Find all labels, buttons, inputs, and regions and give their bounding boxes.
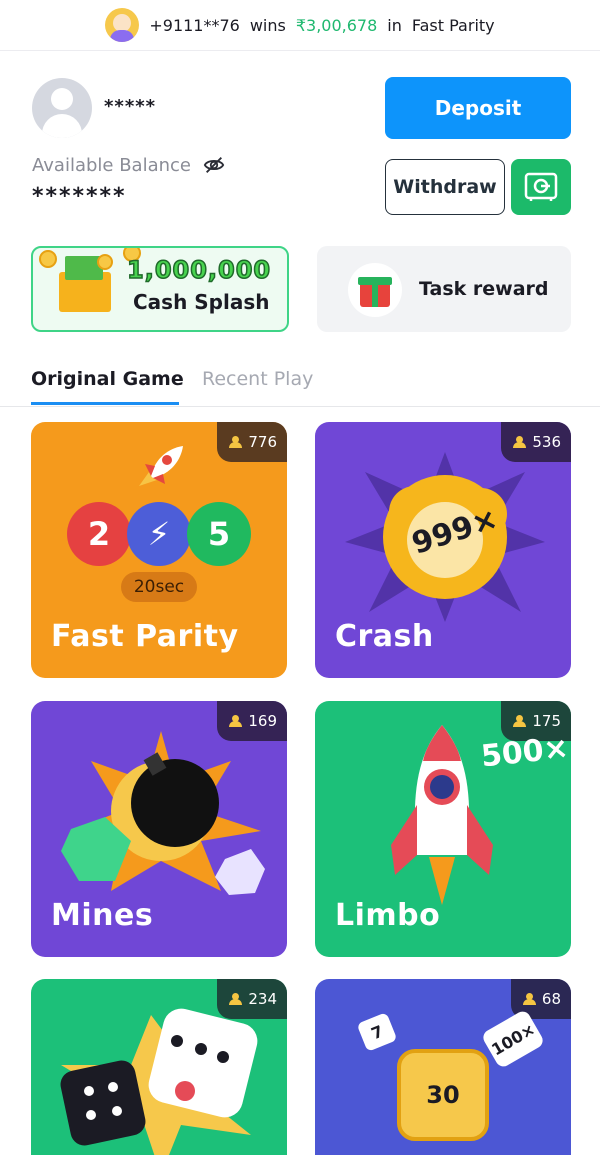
safe-icon <box>524 172 558 201</box>
game-title: Limbo <box>335 898 441 933</box>
ball-green: 5 <box>187 502 251 566</box>
player-count: 776 <box>248 433 277 451</box>
cash-splash-banner[interactable]: 1,000,000 Cash Splash <box>31 246 289 332</box>
balance-label: Available Balance <box>32 154 191 176</box>
win-ticker: +9111**76 wins ₹3,00,678 in Fast Parity <box>0 0 600 51</box>
timer-pill: 20sec <box>121 572 197 602</box>
users-icon <box>229 715 243 727</box>
eye-off-icon[interactable] <box>203 154 225 176</box>
game-card-tiles[interactable]: 68 7 100× 30 <box>315 979 571 1155</box>
tab-original-game[interactable]: Original Game <box>31 368 184 390</box>
player-count: 536 <box>532 433 561 451</box>
deposit-button[interactable]: Deposit <box>385 77 571 139</box>
player-count-badge: 776 <box>217 422 287 462</box>
ball-red: 2 <box>67 502 131 566</box>
task-reward-label: Task reward <box>419 278 549 300</box>
bomb-icon <box>61 731 265 895</box>
user-avatar[interactable] <box>32 78 92 138</box>
gift-icon <box>348 263 402 317</box>
safe-button[interactable] <box>511 159 571 215</box>
ticker-in-text: in <box>387 15 402 35</box>
cash-splash-amount: 1,000,000 <box>126 255 272 285</box>
users-icon <box>513 436 527 448</box>
game-card-mines[interactable]: 169 Mines <box>31 701 287 957</box>
player-count-badge: 169 <box>217 701 287 741</box>
player-count: 68 <box>541 990 561 1008</box>
users-icon <box>522 993 537 1005</box>
cash-splash-label: Cash Splash <box>133 290 270 314</box>
number-tile: 7 <box>356 1012 398 1052</box>
game-tabs: Original Game Recent Play <box>0 360 600 407</box>
dice-icon <box>60 1008 258 1155</box>
player-count: 175 <box>532 712 561 730</box>
task-reward-banner[interactable]: Task reward <box>317 246 571 332</box>
ticker-amount: ₹3,00,678 <box>295 15 378 35</box>
player-count: 169 <box>248 712 277 730</box>
game-card-fast-parity[interactable]: 776 2 ⚡ 5 20sec Fast Parity <box>31 422 287 678</box>
tab-recent-play[interactable]: Recent Play <box>202 368 313 390</box>
active-tab-indicator <box>31 402 179 405</box>
coin-icon <box>97 254 113 270</box>
coin-icon <box>39 250 57 268</box>
game-card-limbo[interactable]: 175 500× Limbo <box>315 701 571 957</box>
ticker-wins-text: wins <box>249 15 286 35</box>
game-card-crash[interactable]: 536 999× Crash <box>315 422 571 678</box>
winner-user: +9111**76 <box>149 15 240 35</box>
ticker-game: Fast Parity <box>411 15 495 35</box>
users-icon <box>513 715 527 727</box>
winner-avatar <box>105 8 140 42</box>
game-title: Fast Parity <box>51 619 239 654</box>
rocket-icon <box>139 446 183 486</box>
game-title: Crash <box>335 619 434 654</box>
balance-label-row: Available Balance <box>32 154 225 176</box>
account-name: ***** <box>104 96 157 117</box>
ball-blue-bolt: ⚡ <box>127 502 191 566</box>
rocket-icon <box>391 725 493 905</box>
game-card-dice[interactable]: 234 <box>31 979 287 1155</box>
balance-value: ******* <box>32 184 127 209</box>
money-envelope-icon <box>59 256 111 312</box>
game-title: Mines <box>51 898 154 933</box>
gold-tile: 30 <box>397 1049 489 1141</box>
withdraw-button[interactable]: Withdraw <box>385 159 505 215</box>
users-icon <box>229 436 243 448</box>
